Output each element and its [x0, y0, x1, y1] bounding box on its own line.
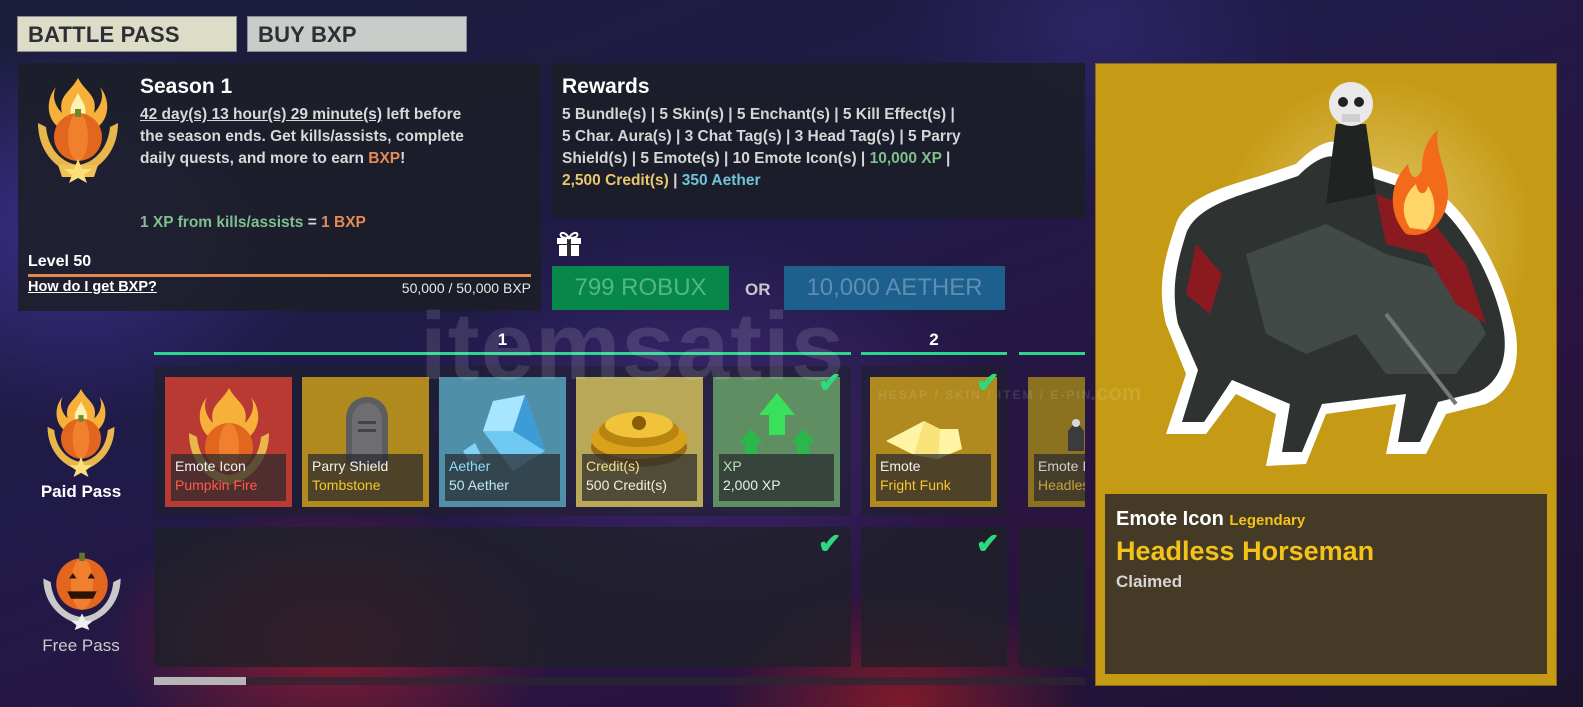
reward-card-aether[interactable]: Aether 50 Aether [439, 377, 566, 507]
card-type: Emote Icon [175, 458, 246, 474]
paid-pass-label: Paid Pass [40, 482, 122, 501]
reward-card-headless[interactable]: Emote I Headles [1028, 377, 1085, 507]
season-panel: Season 1 42 day(s) 13 hour(s) 29 minute(… [18, 63, 541, 311]
card-type: Emote [880, 458, 921, 474]
reward-card-pumpkin-fire[interactable]: Emote Icon Pumpkin Fire [165, 377, 292, 507]
tier-2-label: 2 [929, 330, 939, 349]
rewards-title: Rewards [562, 75, 650, 98]
buy-aether-button[interactable]: 10,000 AETHER [784, 266, 1005, 310]
item-detail-info: Emote Icon Legendary Headless Horseman C… [1105, 494, 1547, 674]
claimed-check-icon: ✔ [818, 367, 842, 398]
rewards-line-1: 5 Bundle(s) | 5 Skin(s) | 5 Enchant(s) |… [562, 106, 955, 123]
tiers-scrollbar-track[interactable] [154, 677, 1085, 685]
paid-pass-icon [47, 389, 115, 477]
level-progress-bar [28, 274, 531, 277]
free-row-tier-3 [1019, 527, 1085, 667]
level-label: Level 50 [28, 253, 92, 270]
claimed-check-icon: ✔ [976, 367, 1000, 398]
rewards-line-3a: Shield(s) | 5 Emote(s) | 10 Emote Icon(s… [562, 150, 870, 167]
tier-3-line [1019, 352, 1085, 355]
claimed-check-icon: ✔ [818, 528, 842, 559]
rewards-list: 5 Bundle(s) | 5 Skin(s) | 5 Enchant(s) |… [562, 104, 1082, 192]
card-type: Parry Shield [312, 458, 389, 474]
card-caption: XP 2,000 XP [719, 454, 834, 501]
card-caption: Parry Shield Tombstone [308, 454, 423, 501]
detail-item-name: Headless Horseman [1116, 536, 1375, 566]
bxp-progress-text: 50,000 / 50,000 BXP [401, 280, 531, 296]
rewards-aether: 350 Aether [681, 172, 761, 189]
card-name: Pumpkin Fire [175, 477, 258, 493]
card-name: 500 Credit(s) [586, 477, 667, 493]
exclaim: ! [400, 150, 406, 167]
rewards-line-3: Shield(s) | 5 Emote(s) | 10 Emote Icon(s… [562, 148, 1082, 170]
gift-icon[interactable] [555, 229, 583, 257]
card-name: Fright Funk [880, 477, 951, 493]
horseman-icon [1068, 419, 1084, 451]
conversion-bxp: 1 BXP [321, 214, 366, 231]
rewards-line-2: 5 Char. Aura(s) | 3 Chat Tag(s) | 3 Head… [562, 128, 961, 145]
rewards-line-4: 2,500 Credit(s) | 350 Aether [562, 170, 1082, 192]
claimed-check-icon: ✔ [976, 528, 1000, 559]
detail-type: Emote Icon [1116, 508, 1224, 530]
card-type: Aether [449, 458, 491, 474]
card-name: Headles [1038, 477, 1085, 493]
card-caption: Credit(s) 500 Credit(s) [582, 454, 697, 501]
buy-robux-button[interactable]: 799 ROBUX [552, 266, 729, 310]
tiers-scrollbar-thumb[interactable] [154, 677, 246, 685]
rewards-panel: Rewards 5 Bundle(s) | 5 Skin(s) | 5 Ench… [551, 63, 1085, 218]
card-name: 50 Aether [449, 477, 509, 493]
card-name: Tombstone [312, 477, 381, 493]
paid-pass-emblem-icon [38, 78, 118, 183]
detail-status: Claimed [1116, 572, 1183, 591]
headless-horseman-icon [1161, 82, 1517, 466]
card-caption: Emote I Headles [1034, 454, 1085, 501]
free-pass-icon [43, 552, 121, 630]
conversion-xp: 1 XP from kills/assists [140, 214, 304, 231]
xp-conversion: 1 XP from kills/assists = 1 BXP [140, 212, 366, 234]
card-caption: Aether 50 Aether [445, 454, 560, 501]
tier-2-line [861, 352, 1007, 355]
rewards-credits: 2,500 Credit(s) [562, 172, 669, 189]
rewards-line-3b: | [941, 150, 951, 167]
reward-card-tombstone[interactable]: Parry Shield Tombstone [302, 377, 429, 507]
season-title: Season 1 [140, 75, 233, 98]
card-caption: Emote Fright Funk [876, 454, 991, 501]
season-time-left: 42 day(s) 13 hour(s) 29 minute(s) [140, 106, 383, 123]
tab-battle-pass[interactable]: BATTLE PASS [17, 16, 237, 52]
free-row-tier-1 [154, 527, 851, 667]
tier-1-line [154, 352, 851, 355]
tier-1-label: 1 [497, 330, 508, 349]
card-type: Emote I [1038, 458, 1085, 474]
card-type: Credit(s) [586, 458, 640, 474]
how-get-bxp-link[interactable]: How do I get BXP? [28, 279, 157, 295]
detail-item-type: Emote Icon Legendary [1116, 508, 1305, 531]
conversion-eq: = [303, 214, 322, 231]
rewards-xp: 10,000 XP [869, 150, 942, 167]
rewards-sep: | [668, 172, 682, 189]
season-description: 42 day(s) 13 hour(s) 29 minute(s) left b… [140, 104, 470, 170]
or-label: OR [745, 280, 771, 299]
detail-rarity: Legendary [1229, 512, 1306, 529]
bxp-word: BXP [368, 150, 401, 167]
card-name: 2,000 XP [723, 477, 781, 493]
card-type: XP [723, 458, 742, 474]
tab-buy-bxp[interactable]: BUY BXP [247, 16, 467, 52]
free-pass-label: Free Pass [42, 636, 120, 655]
reward-card-credits[interactable]: Credit(s) 500 Credit(s) [576, 377, 703, 507]
card-caption: Emote Icon Pumpkin Fire [171, 454, 286, 501]
